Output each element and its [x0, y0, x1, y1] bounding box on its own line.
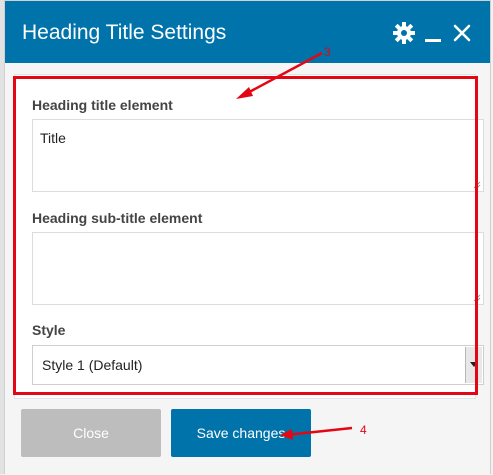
chevron-down-icon: [470, 362, 478, 367]
settings-dialog: Heading Title Settings Heading title ele…: [4, 0, 491, 475]
minus-icon[interactable]: [420, 20, 446, 46]
annotation-marker-4: 4: [360, 423, 367, 437]
close-icon[interactable]: [449, 20, 475, 46]
dialog-title: Heading Title Settings: [22, 21, 227, 44]
style-label: Style: [32, 322, 66, 338]
resize-grip-icon[interactable]: [473, 181, 481, 189]
style-select[interactable]: Style 1 (Default): [32, 345, 484, 385]
dialog-body: Heading title element Title Heading sub-…: [5, 63, 490, 475]
style-selected-value: Style 1 (Default): [42, 357, 143, 373]
select-arrow-button[interactable]: [465, 347, 482, 383]
gear-icon[interactable]: [391, 20, 417, 46]
heading-title-input[interactable]: Title: [32, 119, 484, 192]
annotation-marker-3: 3: [324, 45, 331, 59]
heading-subtitle-input[interactable]: [32, 232, 484, 305]
close-button[interactable]: Close: [21, 409, 161, 457]
heading-subtitle-label: Heading sub-title element: [32, 210, 203, 226]
settings-form-panel: Heading title element Title Heading sub-…: [14, 74, 484, 399]
save-changes-button[interactable]: Save changes: [171, 409, 311, 457]
heading-title-value: Title: [40, 130, 66, 146]
resize-grip-icon[interactable]: [473, 294, 481, 302]
dialog-header: Heading Title Settings: [5, 1, 490, 63]
heading-title-label: Heading title element: [32, 97, 173, 113]
